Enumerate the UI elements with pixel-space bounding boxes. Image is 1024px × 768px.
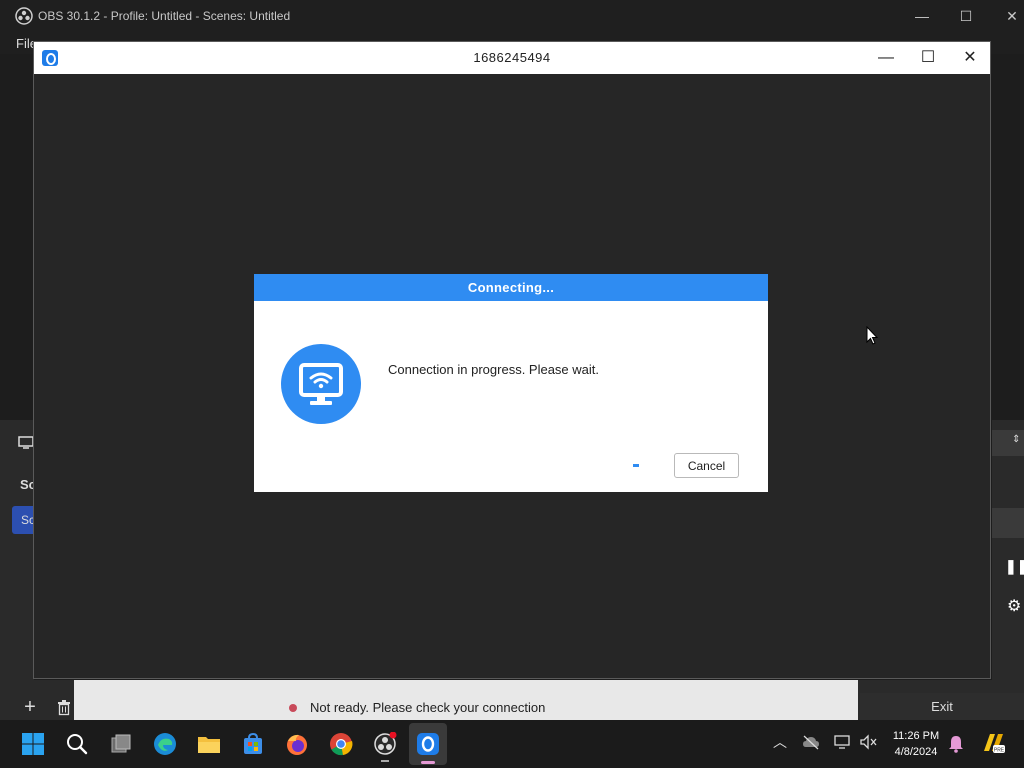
windows-taskbar: ︿ 11:26 PM 4/8/2024 PRE bbox=[0, 720, 1024, 768]
notification-bell-icon[interactable] bbox=[948, 735, 964, 753]
obs-window-title: OBS 30.1.2 - Profile: Untitled - Scenes:… bbox=[38, 9, 291, 23]
obs-maximize-button[interactable]: ☐ bbox=[955, 6, 977, 26]
remote-desktop-icon bbox=[281, 344, 361, 424]
exit-button[interactable]: Exit bbox=[860, 693, 1024, 720]
taskbar-clock[interactable]: 11:26 PM 4/8/2024 bbox=[880, 728, 952, 760]
active-app-indicator bbox=[421, 761, 435, 764]
status-text: Not ready. Please check your connection bbox=[310, 700, 546, 715]
obs-titlebar: OBS 30.1.2 - Profile: Untitled - Scenes:… bbox=[0, 0, 1024, 32]
remote-app-taskbar-button[interactable] bbox=[409, 723, 447, 765]
dialog-message: Connection in progress. Please wait. bbox=[388, 362, 600, 377]
updown-chevron-icon: ⇕ bbox=[1012, 434, 1021, 445]
minimize-button[interactable]: — bbox=[872, 46, 900, 70]
remote-window-title: 1686245494 bbox=[473, 50, 551, 65]
svg-text:PRE: PRE bbox=[994, 748, 1005, 754]
maximize-button[interactable]: ☐ bbox=[914, 46, 942, 70]
close-button[interactable]: ✕ bbox=[956, 46, 984, 70]
chrome-icon[interactable] bbox=[329, 732, 353, 756]
firefox-icon[interactable] bbox=[285, 732, 309, 756]
dialog-title: Connecting... bbox=[254, 274, 768, 301]
monitor-icon bbox=[18, 436, 34, 449]
volume-muted-icon[interactable] bbox=[860, 734, 878, 750]
trash-icon[interactable] bbox=[55, 698, 73, 716]
microsoft-store-icon[interactable] bbox=[241, 732, 265, 756]
obs-left-panel: Sc Sc bbox=[0, 420, 36, 720]
chevron-up-icon[interactable]: ︿ bbox=[773, 732, 787, 752]
remote-window-titlebar: 1686245494 — ☐ ✕ bbox=[34, 42, 990, 74]
obs-running-indicator bbox=[381, 760, 389, 762]
obs-logo-icon bbox=[15, 7, 33, 25]
network-icon[interactable] bbox=[834, 734, 852, 750]
cancel-button[interactable]: Cancel bbox=[674, 453, 739, 478]
file-explorer-icon[interactable] bbox=[197, 732, 221, 756]
copilot-icon[interactable]: PRE bbox=[980, 731, 1006, 755]
add-icon[interactable]: + bbox=[19, 696, 41, 718]
clock-time: 11:26 PM bbox=[892, 730, 940, 742]
windows-start-icon[interactable] bbox=[21, 732, 45, 756]
gear-icon[interactable]: ⚙ bbox=[1007, 596, 1021, 616]
task-view-icon[interactable] bbox=[109, 732, 133, 756]
mouse-cursor-icon bbox=[866, 326, 878, 345]
obs-minimize-button[interactable]: — bbox=[911, 6, 933, 26]
clock-date: 4/8/2024 bbox=[894, 746, 938, 758]
scene-list-item[interactable]: Sc bbox=[12, 506, 35, 534]
obs-bottom-panel bbox=[74, 680, 276, 720]
connecting-dialog: Connecting... Connection in progress. Pl… bbox=[254, 274, 768, 492]
obs-right-panel: ⇕ ❚❚ ⚙ bbox=[992, 420, 1024, 720]
obs-status-area: Not ready. Please check your connection bbox=[276, 680, 858, 720]
status-indicator-icon bbox=[289, 704, 297, 712]
onedrive-icon[interactable] bbox=[802, 734, 820, 750]
obs-close-button[interactable]: ✕ bbox=[1001, 6, 1023, 26]
pause-icon[interactable]: ❚❚ bbox=[1005, 558, 1024, 575]
loading-spinner-icon bbox=[633, 464, 639, 467]
remote-app-icon bbox=[417, 733, 439, 755]
edge-browser-icon[interactable] bbox=[153, 732, 177, 756]
search-icon[interactable] bbox=[65, 732, 89, 756]
obs-studio-icon[interactable] bbox=[373, 732, 397, 756]
right-panel-dropdown[interactable]: ⇕ bbox=[992, 430, 1024, 456]
right-panel-row bbox=[992, 508, 1024, 538]
